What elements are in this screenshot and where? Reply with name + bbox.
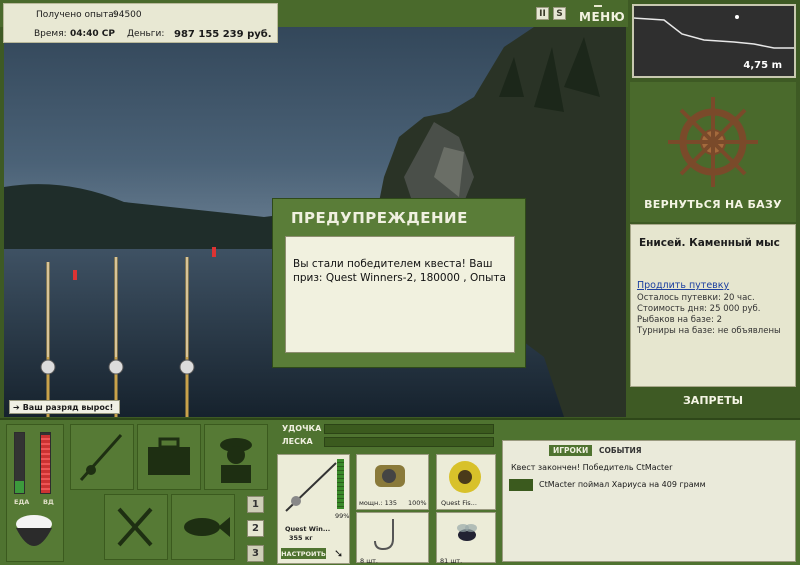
rod-name: Quest Win... [285,525,331,533]
tackle-box-button[interactable] [137,424,201,490]
fishers-at-base: Рыбаков на базе: 2 [637,315,722,325]
food-meter [14,432,25,494]
money-label: Деньги: [127,29,165,39]
tab-events[interactable]: СОБЫТИЯ [595,445,646,456]
hook-icon [374,519,394,551]
line-spool-icon [449,461,481,493]
fly-bait-icon [457,524,477,541]
rod-strength-bar [324,424,494,434]
return-to-base-button[interactable]: ВЕРНУТЬСЯ НА БАЗУ [630,198,796,218]
ship-wheel-icon [668,97,758,187]
vd-meter [40,432,51,494]
depth-value: 4,75 m [743,60,782,71]
rod-condition-bar [337,459,344,509]
time-label: Время: [34,29,67,39]
rod-picture [285,462,337,512]
rod-slot-1-button[interactable]: 1 [247,496,264,513]
fork-knife-icon [117,507,153,547]
rank-up-notification[interactable]: ➔ Ваш разряд вырос! [9,400,120,414]
dialog-title: ПРЕДУПРЕЖДЕНИЕ [291,209,468,227]
arrow-down-right-icon: ➘ [334,547,344,560]
catch-button[interactable] [171,494,235,560]
player-stats-panel: Получено опыта: 94500 Время: 04:40 СР Де… [3,3,278,43]
fish-thumb-icon [509,479,533,491]
exp-label: Получено опыта: [36,10,117,20]
depth-map: 4,75 m [632,4,796,78]
bans-button[interactable]: ЗАПРЕТЫ [630,394,796,412]
rods-button[interactable] [70,424,134,490]
location-info-panel: Енисей. Каменный мыс Продлить путевку Ос… [630,224,796,387]
reel-power: мощн.: 135 [359,499,397,507]
money-value: 987 155 239 руб. [174,29,272,40]
cauldron-icon[interactable] [12,512,56,558]
bait-count: 81 шт. [440,557,463,565]
reel-condition: 100% [408,499,427,507]
dialog-message: Вы стали победителем квеста! Ваш приз: Q… [285,236,515,353]
event-line: CtMacter поймал Хариуса на 409 грамм [539,480,706,489]
rod-condition: 99% [335,512,350,520]
line-strength-bar [324,437,494,447]
extend-permit-link[interactable]: Продлить путевку [637,280,729,291]
fish-icon [184,517,230,537]
line-name: Quest Fis... [441,499,477,507]
rank-up-text: Ваш разряд вырос! [22,402,114,412]
tournaments-at-base: Турниры на базе: не объявлены [637,326,781,336]
sound-button[interactable]: S [553,7,566,20]
warning-dialog[interactable]: ПРЕДУПРЕЖДЕНИЕ Вы стали победителем квес… [272,198,526,368]
rod-slot-3-button[interactable]: 3 [247,545,264,562]
rod-slot-2-button[interactable]: 2 [247,520,264,537]
permit-remaining: Осталось путевки: 20 час. [637,293,755,303]
line-slot[interactable]: Quest Fis... [436,454,496,510]
setup-button[interactable]: НАСТРОИТЬ [281,548,326,559]
tackle-box-icon [148,437,190,475]
rod-icon [79,434,123,481]
rod-strength-label: УДОЧКА [282,424,322,433]
location-title: Енисей. Каменный мыс [639,237,780,249]
menu-button[interactable]: МЕНЮ [575,5,625,25]
hook-count: 8 шт. [360,557,379,565]
fisherman-icon [220,438,252,483]
time-value: 04:40 СР [70,29,115,39]
day-cost: Стоимость дня: 25 000 руб. [637,304,761,314]
vd-label: ВД [43,498,54,506]
pause-button[interactable]: II [536,7,549,20]
tab-players[interactable]: ИГРОКИ [549,445,593,456]
reel-slot[interactable]: мощн.: 135 100% [356,454,429,510]
character-button[interactable] [204,424,268,490]
rod-slot[interactable]: 99% Quest Win... 355 кг НАСТРОИТЬ ➘ [277,454,350,564]
arrow-icon: ➔ [13,402,20,412]
hook-slot[interactable]: 8 шт. [356,512,429,565]
line-strength-label: ЛЕСКА [282,437,313,446]
food-label: ЕДА [14,498,30,506]
rod-weight: 355 кг [289,534,313,542]
reel-icon [375,465,405,487]
events-panel: ИГРОКИ СОБЫТИЯ Квест закончен! Победител… [502,440,796,562]
event-line: Квест закончен! Победитель CtMacter [511,463,673,472]
exp-value: 94500 [113,10,142,20]
menu-label: МЕНЮ [579,10,626,24]
food-button[interactable] [104,494,168,560]
menu-crest-icon [594,5,602,9]
bait-slot[interactable]: 81 шт. [436,512,496,565]
